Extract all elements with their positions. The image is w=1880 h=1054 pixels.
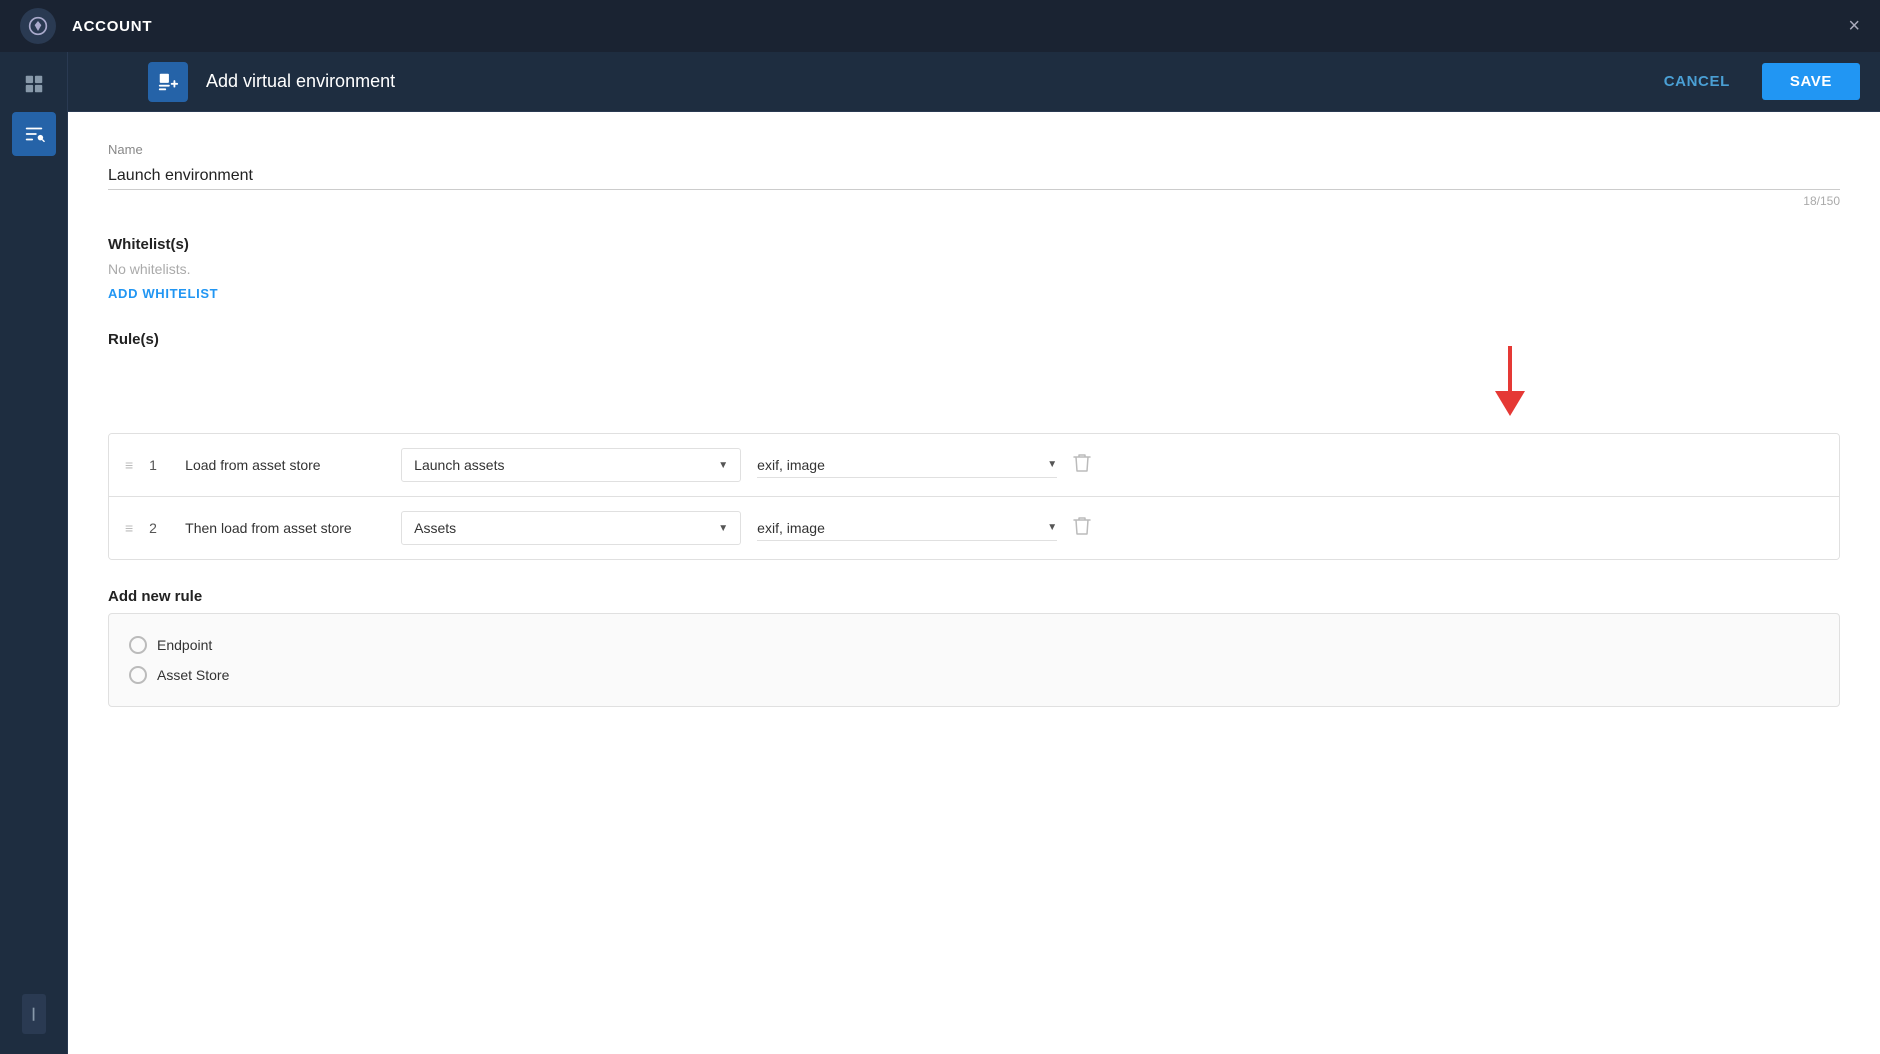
name-input[interactable] bbox=[108, 163, 1840, 190]
radio-circle-icon bbox=[129, 636, 147, 654]
chevron-down-icon: ▼ bbox=[718, 523, 728, 534]
rules-table: ≡ 1 Load from asset store Launch assets … bbox=[108, 433, 1840, 560]
app-title: ACCOUNT bbox=[72, 18, 152, 35]
rule-description: Then load from asset store bbox=[185, 520, 385, 536]
sidebar-item-home[interactable] bbox=[12, 62, 56, 106]
rule-description: Load from asset store bbox=[185, 457, 385, 473]
form-icon bbox=[148, 62, 188, 102]
radio-circle-icon bbox=[129, 666, 147, 684]
cancel-button[interactable]: CANCEL bbox=[1644, 65, 1750, 98]
sub-header: Add virtual environment CANCEL SAVE bbox=[68, 52, 1880, 112]
char-count: 18/150 bbox=[108, 194, 1840, 208]
tags-value: exif, image bbox=[757, 520, 825, 536]
drag-handle-icon[interactable]: ≡ bbox=[125, 457, 133, 473]
tags-select-1[interactable]: exif, image ▼ bbox=[757, 453, 1057, 478]
sidebar-collapse-button[interactable]: ┃ bbox=[22, 994, 46, 1034]
drag-handle-icon[interactable]: ≡ bbox=[125, 520, 133, 536]
radio-asset-store-label: Asset Store bbox=[157, 667, 229, 683]
name-label: Name bbox=[108, 142, 1840, 157]
no-whitelists-text: No whitelists. bbox=[108, 261, 1840, 277]
delete-rule-button[interactable] bbox=[1073, 453, 1091, 478]
save-button[interactable]: SAVE bbox=[1762, 63, 1860, 100]
radio-endpoint[interactable]: Endpoint bbox=[129, 630, 1819, 660]
store-select-2[interactable]: Assets ▼ bbox=[401, 511, 741, 545]
add-whitelist-button[interactable]: ADD WHITELIST bbox=[108, 286, 218, 301]
rules-title: Rule(s) bbox=[108, 331, 1840, 348]
name-field-group: Name 18/150 bbox=[108, 142, 1840, 208]
sidebar-item-virtual-env[interactable] bbox=[12, 112, 56, 156]
layout: ┃ Add virtual environment CANCEL SAVE bbox=[0, 52, 1880, 1054]
account-icon bbox=[20, 8, 56, 44]
store-select-1[interactable]: Launch assets ▼ bbox=[401, 448, 741, 482]
chevron-down-icon: ▼ bbox=[718, 460, 728, 471]
radio-asset-store[interactable]: Asset Store bbox=[129, 660, 1819, 690]
tags-value: exif, image bbox=[757, 457, 825, 473]
close-button[interactable]: × bbox=[1848, 16, 1860, 36]
add-rule-title: Add new rule bbox=[108, 588, 1840, 605]
header-actions: CANCEL SAVE bbox=[1644, 63, 1860, 100]
rule-number: 2 bbox=[149, 520, 169, 536]
rule-row: ≡ 1 Load from asset store Launch assets … bbox=[109, 434, 1839, 496]
store-select-value: Assets bbox=[414, 520, 710, 536]
chevron-down-icon: ▼ bbox=[1047, 459, 1057, 470]
rule-row: ≡ 2 Then load from asset store Assets ▼ … bbox=[109, 496, 1839, 559]
whitelists-section: Whitelist(s) No whitelists. ADD WHITELIS… bbox=[108, 236, 1840, 303]
store-select-value: Launch assets bbox=[414, 457, 710, 473]
tags-select-2[interactable]: exif, image ▼ bbox=[757, 516, 1057, 541]
page-title: Add virtual environment bbox=[206, 71, 395, 92]
add-rule-section: Add new rule Endpoint Asset Store bbox=[108, 588, 1840, 707]
add-rule-box: Endpoint Asset Store bbox=[108, 613, 1840, 707]
radio-endpoint-label: Endpoint bbox=[157, 637, 212, 653]
rules-section: Rule(s) ≡ 1 Load from asset store bbox=[108, 331, 1840, 560]
delete-rule-button[interactable] bbox=[1073, 516, 1091, 541]
rule-number: 1 bbox=[149, 457, 169, 473]
sidebar: ┃ bbox=[0, 52, 68, 1054]
top-bar: ACCOUNT × bbox=[0, 0, 1880, 52]
whitelists-title: Whitelist(s) bbox=[108, 236, 1840, 253]
main-content: Name 18/150 Whitelist(s) No whitelists. … bbox=[68, 112, 1880, 1054]
arrow-annotation bbox=[1490, 346, 1530, 421]
chevron-down-icon: ▼ bbox=[1047, 522, 1057, 533]
